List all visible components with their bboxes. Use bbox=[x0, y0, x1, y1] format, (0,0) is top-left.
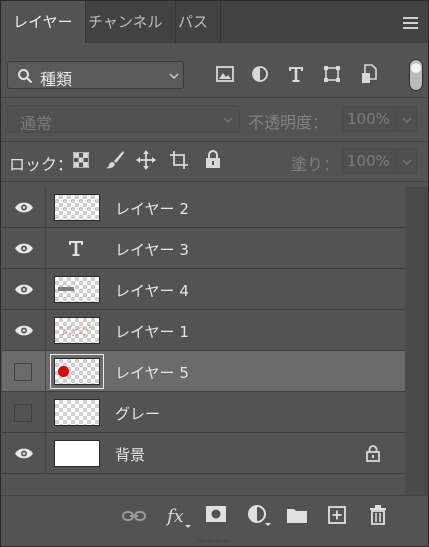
filter-kind-select[interactable]: 種類 bbox=[7, 61, 184, 89]
blend-mode-label: 通常 bbox=[20, 114, 53, 133]
layer-row[interactable]: レイヤー 3 bbox=[2, 228, 405, 269]
link-layers-icon[interactable] bbox=[122, 509, 146, 523]
new-group-folder-icon[interactable] bbox=[287, 507, 307, 523]
layer-thumbnail[interactable] bbox=[54, 399, 100, 426]
tab-channels[interactable]: チャンネル bbox=[76, 1, 176, 43]
lock-transparent-pixels-icon[interactable] bbox=[73, 152, 89, 168]
panel-tab-bar: レイヤー チャンネル パス bbox=[1, 1, 428, 43]
layers-list: レイヤー 2 レイヤー 3 レイヤー 4 レイヤー 1 レイヤー 5 グレー 背… bbox=[2, 187, 405, 482]
layer-thumbnail[interactable] bbox=[54, 317, 100, 344]
search-icon bbox=[18, 69, 33, 84]
chevron-down-icon bbox=[169, 73, 179, 79]
layer-row[interactable]: レイヤー 1 bbox=[2, 310, 405, 351]
eye-icon bbox=[15, 448, 33, 459]
opacity-label: 不透明度： bbox=[248, 113, 329, 132]
layer-thumbnail[interactable] bbox=[54, 194, 100, 221]
opacity-dropdown[interactable] bbox=[397, 106, 417, 132]
add-mask-icon[interactable] bbox=[206, 506, 226, 522]
lock-label: ロック： bbox=[9, 155, 74, 174]
lock-all-padlock-icon[interactable] bbox=[205, 150, 221, 169]
smart-object-filter-icon[interactable] bbox=[361, 64, 378, 84]
resize-grip-icon[interactable] bbox=[198, 539, 230, 543]
chevron-down-icon bbox=[402, 117, 412, 123]
layer-row[interactable]: 背景 bbox=[2, 433, 405, 474]
visibility-toggle[interactable] bbox=[2, 269, 46, 310]
svg-text:fx: fx bbox=[166, 506, 184, 527]
fill-label: 塗り： bbox=[291, 155, 340, 174]
layer-thumbnail[interactable] bbox=[54, 276, 100, 303]
sketch-marks bbox=[59, 324, 94, 337]
red-dot bbox=[58, 366, 69, 377]
visibility-toggle[interactable] bbox=[2, 310, 46, 351]
layer-name[interactable]: レイヤー 1 bbox=[115, 321, 189, 342]
eye-icon bbox=[15, 325, 33, 336]
hidden-visibility-box bbox=[14, 404, 32, 422]
lock-icon[interactable] bbox=[366, 445, 380, 462]
layer-row[interactable]: レイヤー 2 bbox=[2, 187, 405, 228]
filter-kind-label: 種類 bbox=[40, 70, 73, 89]
new-adjustment-layer-icon[interactable] bbox=[247, 504, 273, 528]
type-layer-icon[interactable] bbox=[68, 240, 84, 257]
layer-name[interactable]: レイヤー 3 bbox=[115, 239, 189, 260]
eye-icon bbox=[15, 202, 33, 213]
layer-name[interactable]: レイヤー 2 bbox=[115, 198, 189, 219]
fill-dropdown[interactable] bbox=[397, 148, 417, 174]
tab-paths[interactable]: パス bbox=[166, 1, 222, 43]
hidden-visibility-box bbox=[14, 363, 32, 381]
layer-name[interactable]: レイヤー 5 bbox=[115, 362, 189, 383]
eye-icon bbox=[15, 243, 33, 254]
visibility-toggle[interactable] bbox=[2, 433, 46, 474]
lock-image-pixels-brush-icon[interactable] bbox=[105, 150, 125, 170]
fill-input[interactable]: 100% bbox=[342, 148, 397, 174]
lock-artboard-icon[interactable] bbox=[169, 150, 189, 170]
eye-icon bbox=[15, 284, 33, 295]
layer-thumbnail[interactable] bbox=[54, 358, 100, 385]
visibility-toggle[interactable] bbox=[2, 228, 46, 269]
divider bbox=[1, 97, 428, 98]
layer-name[interactable]: レイヤー 4 bbox=[115, 280, 189, 301]
filter-toggle-switch[interactable] bbox=[409, 59, 423, 91]
new-layer-icon[interactable] bbox=[328, 506, 346, 524]
chevron-down-icon bbox=[223, 117, 233, 123]
type-filter-icon[interactable] bbox=[288, 65, 304, 83]
divider bbox=[1, 141, 428, 142]
visibility-toggle[interactable] bbox=[2, 392, 46, 433]
layer-name[interactable]: 背景 bbox=[115, 444, 145, 465]
layer-row-selected[interactable]: レイヤー 5 bbox=[2, 351, 405, 392]
visibility-toggle[interactable] bbox=[2, 187, 46, 228]
adjustment-filter-icon[interactable] bbox=[251, 65, 269, 83]
layers-panel: レイヤー チャンネル パス 種類 通常 不透明度： 100% ロック： 塗り： … bbox=[0, 0, 429, 547]
chevron-down-icon bbox=[402, 159, 412, 165]
delete-layer-trash-icon[interactable] bbox=[369, 505, 387, 525]
layer-thumbnail[interactable] bbox=[54, 440, 100, 467]
fx-layer-style-icon[interactable]: fx bbox=[166, 504, 192, 530]
layer-row[interactable]: レイヤー 4 bbox=[2, 269, 405, 310]
layer-name[interactable]: グレー bbox=[115, 403, 160, 424]
opacity-input[interactable]: 100% bbox=[342, 106, 397, 132]
lock-position-move-icon[interactable] bbox=[136, 150, 156, 170]
layer-row[interactable]: グレー bbox=[2, 392, 405, 433]
layers-bottom-toolbar: fx bbox=[1, 495, 428, 538]
blend-mode-select[interactable]: 通常 bbox=[7, 105, 240, 133]
tab-layers[interactable]: レイヤー bbox=[1, 1, 86, 43]
visibility-toggle[interactable] bbox=[2, 351, 46, 392]
panel-menu-icon[interactable] bbox=[403, 17, 418, 29]
layers-scrollbar[interactable] bbox=[405, 187, 428, 495]
image-filter-icon[interactable] bbox=[216, 66, 234, 82]
shape-filter-icon[interactable] bbox=[323, 65, 341, 83]
divider bbox=[1, 181, 428, 182]
